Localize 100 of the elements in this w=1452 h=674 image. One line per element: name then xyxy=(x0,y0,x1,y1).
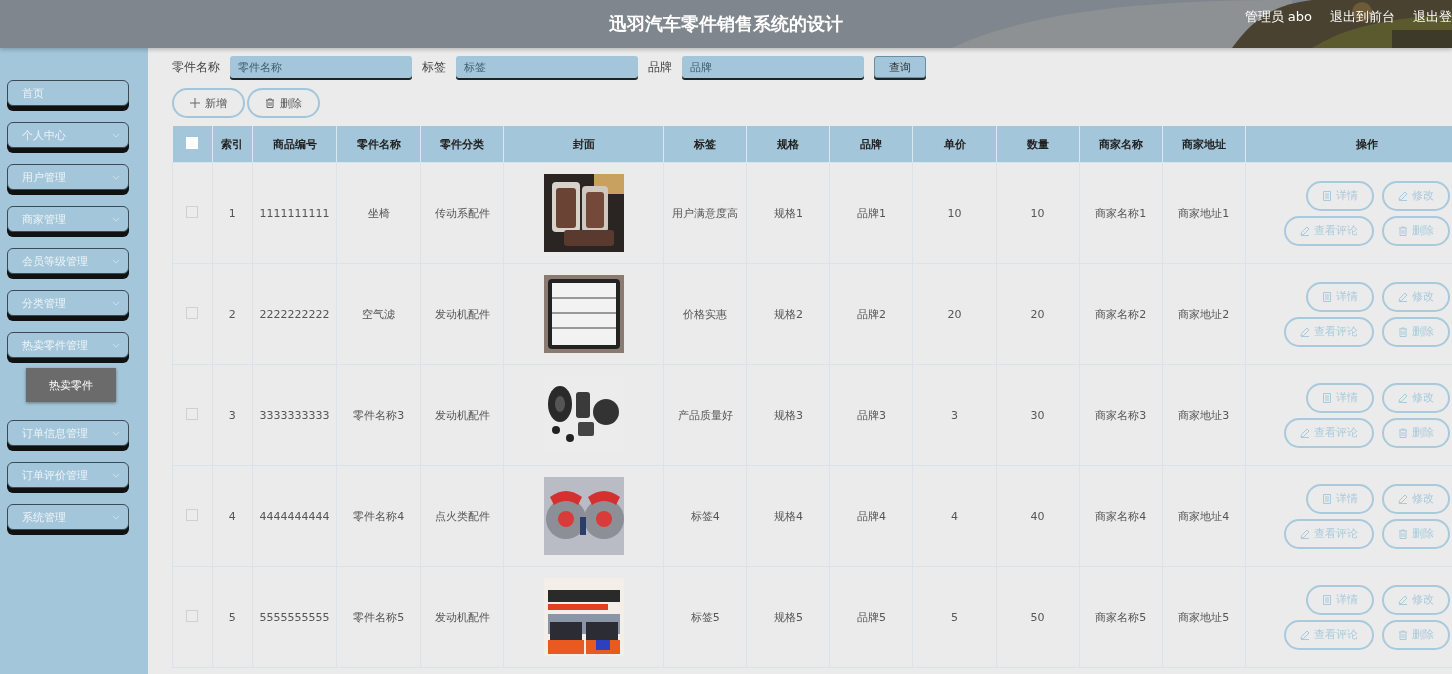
table-cell: 传动系配件 xyxy=(420,162,504,264)
delete-button[interactable]: 删除 xyxy=(1381,619,1450,650)
table-cell: 规格2 xyxy=(746,263,830,365)
pencil-icon xyxy=(1397,190,1408,201)
caret-icon xyxy=(112,174,120,180)
trash-icon xyxy=(1397,629,1408,640)
table-cell: 商家地址3 xyxy=(1162,364,1246,466)
table-cell: 空气滤 xyxy=(336,263,421,365)
table-cell: 3 xyxy=(913,364,997,466)
edit-button[interactable]: 修改 xyxy=(1381,584,1450,615)
table-cell: 商家名称5 xyxy=(1079,566,1163,668)
edit-button[interactable]: 查看评论 xyxy=(1283,619,1374,650)
caret-icon xyxy=(112,300,120,306)
table-cell: 规格1 xyxy=(746,162,830,264)
table-cell: 商家地址4 xyxy=(1162,465,1246,567)
trash-icon xyxy=(265,98,275,108)
table-cell: 30 xyxy=(996,364,1080,466)
search-field[interactable]: 品牌 xyxy=(682,56,864,78)
edit-button[interactable]: 修改 xyxy=(1381,281,1450,312)
column-header: 单价 xyxy=(913,126,997,163)
edit-button[interactable]: 查看评论 xyxy=(1283,316,1374,347)
table-cell: 20 xyxy=(913,263,997,365)
table-cell: 商家名称1 xyxy=(1079,162,1163,264)
table-cell: 40 xyxy=(996,465,1080,567)
table-cell: 4444444444 xyxy=(252,465,337,567)
column-header: 零件分类 xyxy=(420,126,504,163)
delete-button[interactable]: 删除 xyxy=(1381,518,1450,549)
field-label: 标签 xyxy=(422,58,446,76)
edit-button[interactable]: 修改 xyxy=(1381,382,1450,413)
checkbox[interactable] xyxy=(186,306,199,319)
table-cell: 3 xyxy=(212,364,253,466)
checkbox[interactable] xyxy=(186,205,199,218)
column-header: 索引 xyxy=(212,126,253,163)
table-cell: 产品质量好 xyxy=(663,364,747,466)
table-cell: 规格4 xyxy=(746,465,830,567)
submenu-item[interactable]: 热卖零件 xyxy=(26,368,116,402)
edit-button[interactable]: 查看评论 xyxy=(1283,518,1374,549)
checkbox[interactable] xyxy=(186,508,199,521)
pencil-icon xyxy=(1299,629,1310,640)
pencil-icon xyxy=(1299,225,1310,236)
table-cell: 商家名称4 xyxy=(1079,465,1163,567)
header-link[interactable]: 管理员 abo xyxy=(1244,8,1312,26)
pencil-icon xyxy=(1299,326,1310,337)
header-link[interactable]: 退出登 xyxy=(1413,8,1452,26)
table-cell: 1111111111 xyxy=(252,162,337,264)
caret-icon xyxy=(112,132,120,138)
field-label: 零件名称 xyxy=(172,58,220,76)
caret-icon xyxy=(112,472,120,478)
delete-button[interactable]: 删除 xyxy=(247,88,320,118)
table-cell: 品牌4 xyxy=(829,465,913,567)
column-header: 零件名称 xyxy=(336,126,421,163)
edit-button[interactable]: 查看评论 xyxy=(1283,417,1374,448)
table-cell: 商家地址1 xyxy=(1162,162,1246,264)
search-field[interactable]: 零件名称 xyxy=(230,56,412,78)
table-cell: 1 xyxy=(212,162,253,264)
column-header: 封面 xyxy=(503,126,664,163)
table-cell: 4 xyxy=(913,465,997,567)
pencil-icon xyxy=(1299,528,1310,539)
table-cell: 价格实惠 xyxy=(663,263,747,365)
search-field[interactable]: 标签 xyxy=(456,56,638,78)
delete-button[interactable]: 删除 xyxy=(1381,417,1450,448)
document-icon xyxy=(1321,392,1332,403)
edit-button[interactable]: 修改 xyxy=(1381,483,1450,514)
table-cell: 4 xyxy=(212,465,253,567)
table-cell: 品牌3 xyxy=(829,364,913,466)
table-cell: 2222222222 xyxy=(252,263,337,365)
column-header: 标签 xyxy=(663,126,747,163)
app-title: 迅羽汽车零件销售系统的设计 xyxy=(609,12,843,36)
document-icon xyxy=(1321,190,1332,201)
table-cell: 10 xyxy=(996,162,1080,264)
delete-button[interactable]: 删除 xyxy=(1381,316,1450,347)
table-cell: 点火类配件 xyxy=(420,465,504,567)
column-header: 商家名称 xyxy=(1079,126,1163,163)
table-cell: 发动机配件 xyxy=(420,263,504,365)
column-header: 数量 xyxy=(996,126,1080,163)
add-button[interactable]: 新增 xyxy=(172,88,245,118)
table-cell: 5 xyxy=(212,566,253,668)
checkbox[interactable] xyxy=(186,407,199,420)
search-button[interactable]: 查询 xyxy=(874,56,926,78)
table-cell: 商家名称2 xyxy=(1079,263,1163,365)
trash-icon xyxy=(1397,427,1408,438)
caret-icon xyxy=(112,216,120,222)
column-header: 品牌 xyxy=(829,126,913,163)
table-cell: 品牌1 xyxy=(829,162,913,264)
column-header: 规格 xyxy=(746,126,830,163)
caret-icon xyxy=(112,514,120,520)
table-cell: 标签5 xyxy=(663,566,747,668)
table-cell: 5555555555 xyxy=(252,566,337,668)
table-cell: 50 xyxy=(996,566,1080,668)
delete-button[interactable]: 删除 xyxy=(1381,215,1450,246)
edit-button[interactable]: 查看评论 xyxy=(1283,215,1374,246)
table-cell: 品牌2 xyxy=(829,263,913,365)
plus-icon xyxy=(190,98,200,108)
column-header: 操作 xyxy=(1245,126,1452,163)
checkbox[interactable] xyxy=(186,609,199,622)
edit-button[interactable]: 修改 xyxy=(1381,180,1450,211)
table-cell: 标签4 xyxy=(663,465,747,567)
pencil-icon xyxy=(1397,594,1408,605)
column-header: 商家地址 xyxy=(1162,126,1246,163)
header-link[interactable]: 退出到前台 xyxy=(1330,8,1395,26)
